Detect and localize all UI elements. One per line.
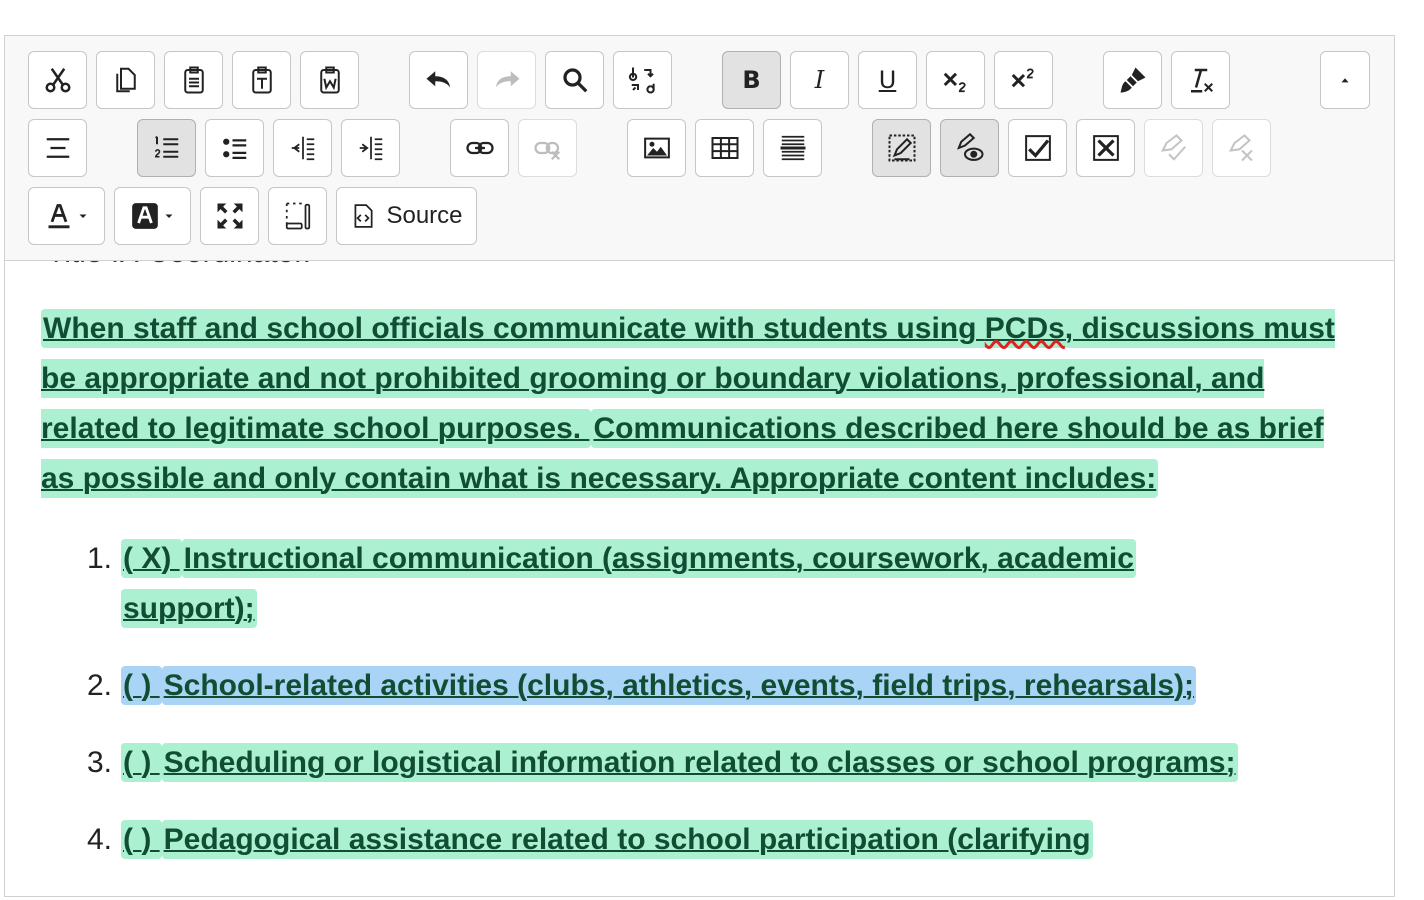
decrease-indent-button[interactable] bbox=[273, 119, 332, 177]
remove-format-button[interactable] bbox=[1171, 51, 1230, 109]
remove-format-icon bbox=[1190, 68, 1213, 93]
track-changes-icon bbox=[888, 134, 915, 162]
accept-icon bbox=[1024, 135, 1051, 161]
bold-button[interactable]: B bbox=[722, 51, 781, 109]
paragraph-format-button[interactable] bbox=[28, 119, 87, 177]
underline-button[interactable]: U bbox=[858, 51, 917, 109]
outdent-icon bbox=[291, 136, 314, 161]
numbered-list-button[interactable] bbox=[137, 119, 196, 177]
maximize-icon bbox=[217, 203, 242, 229]
list-number: 1. bbox=[87, 542, 113, 575]
replace-icon bbox=[628, 67, 655, 94]
paste-text-button[interactable] bbox=[232, 51, 291, 109]
cut-off-heading: Title IX Coordinator. bbox=[47, 260, 311, 270]
reject-icon bbox=[1092, 135, 1119, 161]
rich-text-editor: B I U Source When staff and school offic… bbox=[4, 35, 1395, 897]
undo-button[interactable] bbox=[409, 51, 468, 109]
italic-icon: I bbox=[814, 66, 825, 94]
redo-icon bbox=[495, 71, 519, 88]
italic-button[interactable]: I bbox=[790, 51, 849, 109]
paste-word-button[interactable] bbox=[300, 51, 359, 109]
copy-icon bbox=[115, 67, 136, 93]
checkbox-text[interactable]: ( ) bbox=[121, 743, 162, 782]
redo-button[interactable] bbox=[477, 51, 536, 109]
show-changes-icon bbox=[956, 133, 983, 161]
chevron-down-icon bbox=[165, 214, 172, 218]
reject-change-button[interactable] bbox=[1076, 119, 1135, 177]
subscript-icon bbox=[943, 72, 966, 93]
clipboard-word-icon bbox=[319, 66, 340, 94]
collapse-toolbar-button[interactable] bbox=[1320, 51, 1370, 109]
list-number: 2. bbox=[87, 669, 113, 702]
background-color-icon bbox=[131, 203, 158, 229]
unlink-button[interactable] bbox=[518, 119, 577, 177]
accept-all-button[interactable] bbox=[1144, 119, 1203, 177]
list-number: 3. bbox=[87, 746, 113, 779]
maximize-button[interactable] bbox=[200, 187, 259, 245]
copy-button[interactable] bbox=[96, 51, 155, 109]
clipboard-icon bbox=[183, 66, 204, 94]
bulleted-list-icon bbox=[222, 138, 246, 159]
reject-all-icon bbox=[1228, 134, 1253, 162]
clipboard-text-icon bbox=[251, 66, 272, 94]
numbered-list-icon bbox=[154, 136, 178, 158]
text-color-button[interactable] bbox=[28, 187, 105, 245]
source-icon bbox=[355, 204, 374, 228]
unlink-icon bbox=[533, 141, 560, 161]
scissors-icon bbox=[45, 68, 70, 93]
list-item-text: support); bbox=[121, 584, 257, 634]
table-icon bbox=[711, 137, 738, 159]
bold-icon: B bbox=[742, 66, 761, 94]
show-blocks-icon bbox=[285, 202, 310, 230]
link-icon bbox=[465, 141, 494, 155]
image-icon bbox=[643, 137, 670, 159]
accept-change-button[interactable] bbox=[1008, 119, 1067, 177]
list-item-text: ( ) School-related activities (clubs, at… bbox=[121, 661, 1197, 711]
show-blocks-button[interactable] bbox=[268, 187, 327, 245]
list-number: 4. bbox=[87, 823, 113, 856]
link-button[interactable] bbox=[450, 119, 509, 177]
checkbox-text[interactable]: ( X) bbox=[121, 539, 182, 578]
bulleted-list-button[interactable] bbox=[205, 119, 264, 177]
superscript-icon bbox=[1011, 68, 1034, 88]
search-icon bbox=[562, 68, 587, 93]
find-button[interactable] bbox=[545, 51, 604, 109]
replace-button[interactable] bbox=[613, 51, 672, 109]
editor-content[interactable]: Title IX Coordinator. When staff and sch… bbox=[5, 260, 1394, 900]
list-item-text: ( ) Scheduling or logistical information… bbox=[121, 738, 1238, 788]
background-color-button[interactable] bbox=[114, 187, 191, 245]
undo-icon bbox=[426, 71, 450, 88]
source-button[interactable]: Source bbox=[336, 187, 477, 245]
paintbrush-icon bbox=[1120, 67, 1145, 93]
list-item-text: ( ) Pedagogical assistance related to sc… bbox=[121, 815, 1093, 865]
accept-all-icon bbox=[1160, 134, 1186, 161]
source-button-label: Source bbox=[386, 202, 463, 229]
table-button[interactable] bbox=[695, 119, 754, 177]
show-changes-button[interactable] bbox=[940, 119, 999, 177]
content-paragraph: When staff and school officials communic… bbox=[41, 304, 1361, 504]
underline-icon: U bbox=[878, 66, 897, 94]
list-item-text: ( X) Instructional communication (assign… bbox=[121, 534, 1136, 584]
paste-button[interactable] bbox=[164, 51, 223, 109]
hr-icon bbox=[780, 135, 805, 161]
spellcheck-word[interactable]: PCDs bbox=[985, 312, 1065, 345]
paragraph-icon bbox=[46, 138, 69, 158]
chevron-down-icon bbox=[79, 214, 86, 218]
indent-icon bbox=[359, 136, 382, 161]
copy-format-button[interactable] bbox=[1103, 51, 1162, 109]
track-changes-button[interactable] bbox=[872, 119, 931, 177]
checkbox-text[interactable]: ( ) bbox=[121, 666, 162, 705]
superscript-button[interactable] bbox=[994, 51, 1053, 109]
cut-button[interactable] bbox=[28, 51, 87, 109]
increase-indent-button[interactable] bbox=[341, 119, 400, 177]
text-color-icon bbox=[48, 204, 69, 229]
selected-text: School-related activities (clubs, athlet… bbox=[161, 666, 1197, 705]
reject-all-button[interactable] bbox=[1212, 119, 1271, 177]
horizontal-rule-button[interactable] bbox=[763, 119, 822, 177]
subscript-button[interactable] bbox=[926, 51, 985, 109]
triangle-up-icon bbox=[1341, 78, 1349, 83]
checkbox-text[interactable]: ( ) bbox=[121, 820, 162, 859]
image-button[interactable] bbox=[627, 119, 686, 177]
editor-toolbar: B I U Source bbox=[5, 36, 1394, 261]
